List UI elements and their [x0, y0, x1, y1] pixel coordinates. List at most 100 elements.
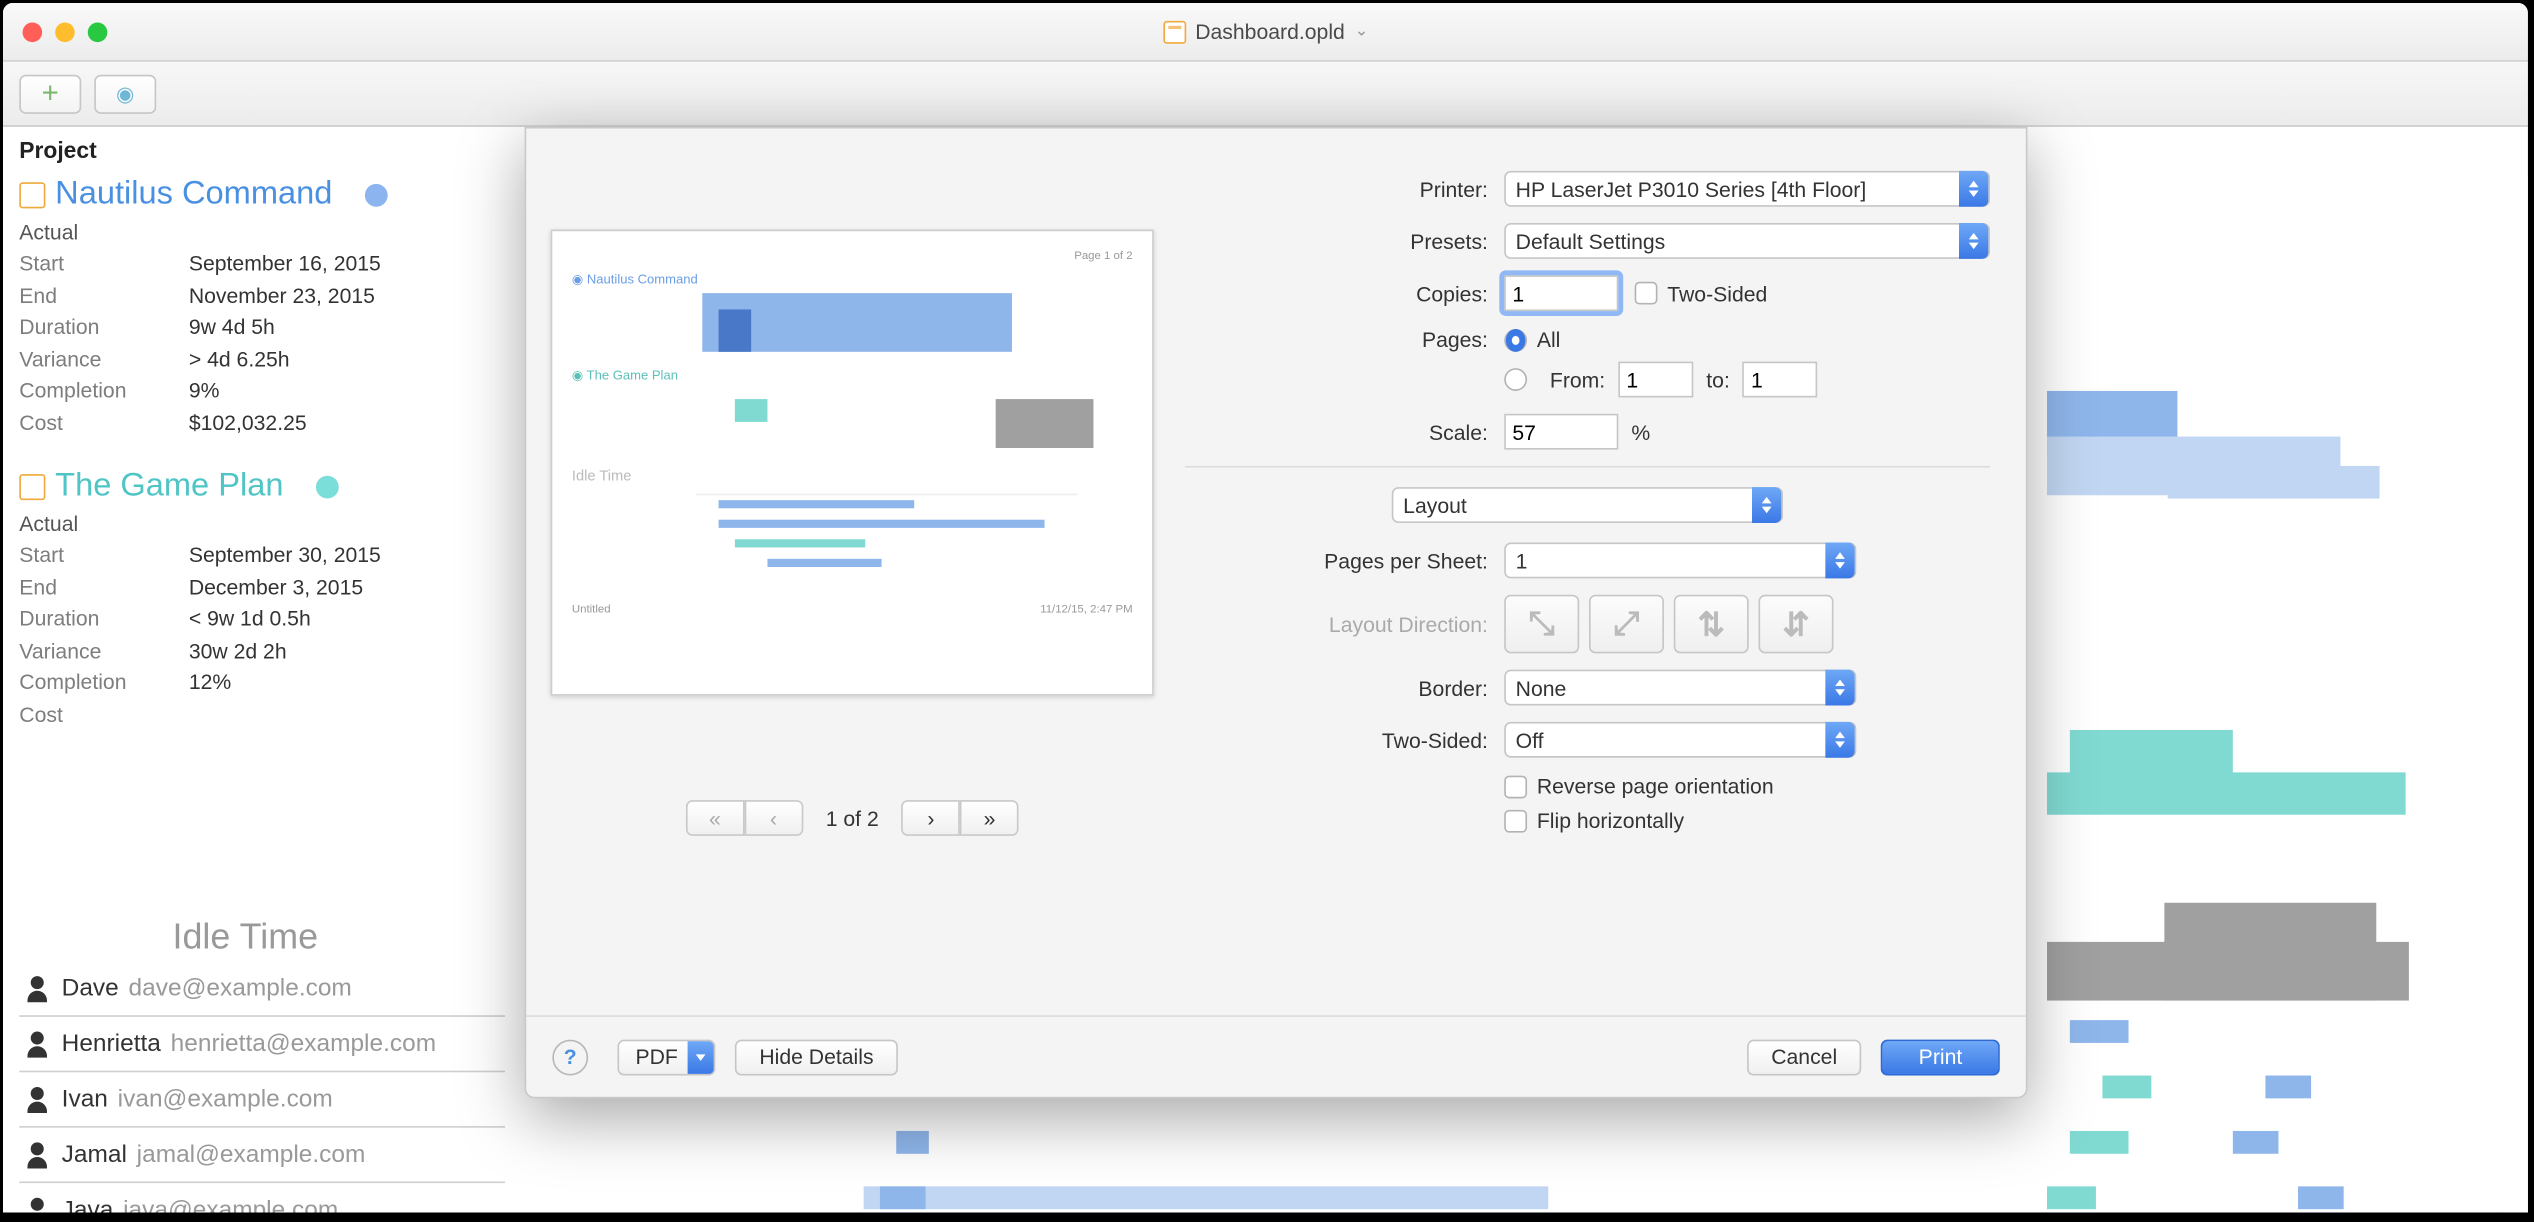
person-name: Henrietta [62, 1030, 161, 1058]
preview-column: Page 1 of 2 ◉ Nautilus Command ◉ The Gam… [526, 148, 1178, 849]
flip-horizontally-label: Flip horizontally [1537, 808, 1684, 832]
presets-select[interactable]: Default Settings [1504, 223, 1990, 259]
dropdown-icon [1825, 722, 1854, 758]
pdf-menu-button[interactable]: PDF [618, 1039, 716, 1075]
reverse-orientation-checkbox[interactable] [1504, 775, 1527, 798]
person-icon [26, 975, 49, 1001]
view-button[interactable]: ◉ [94, 74, 156, 113]
person-name: Ivan [62, 1085, 108, 1113]
field-label: Duration [19, 603, 189, 635]
chevron-down-icon[interactable]: ⌄ [1355, 23, 1369, 41]
window-title: Dashboard.opld ⌄ [1163, 19, 1369, 43]
titlebar: Dashboard.opld ⌄ [3, 3, 2528, 62]
person-name: Java [62, 1196, 114, 1212]
layout-direction-1[interactable]: ⤡ [1504, 595, 1579, 654]
project-title[interactable]: Nautilus Command [55, 176, 332, 213]
two-sided-select[interactable]: Off [1504, 722, 1856, 758]
pages-all-label: All [1537, 327, 1561, 351]
field-label: Completion [19, 666, 189, 698]
field-label: Cost [19, 698, 189, 730]
pages-label: Pages: [1185, 327, 1504, 351]
project-icon [19, 181, 45, 207]
person-email: dave@example.com [129, 974, 352, 1002]
preview-page-number: Page 1 of 2 [572, 251, 1133, 262]
last-page-button[interactable]: » [960, 800, 1019, 836]
layout-direction-2[interactable]: ⤢ [1589, 595, 1664, 654]
pages-per-sheet-select[interactable]: 1 [1504, 543, 1856, 579]
two-sided-label: Two-Sided [1667, 281, 1767, 305]
scale-input[interactable] [1504, 414, 1618, 450]
field-label: Completion [19, 375, 189, 407]
dropdown-icon [688, 1040, 714, 1073]
project-title[interactable]: The Game Plan [55, 468, 283, 505]
preview-doc-title: Untitled [572, 604, 611, 615]
plus-icon: + [42, 76, 59, 110]
app-window: Dashboard.opld ⌄ + ◉ Project Nautilus Co… [3, 3, 2528, 1212]
project-icon [19, 473, 45, 499]
printer-select[interactable]: HP LaserJet P3010 Series [4th Floor] [1504, 171, 1990, 207]
person-email: java@example.com [123, 1196, 338, 1212]
status-dot [316, 475, 339, 498]
actual-label: Actual [19, 220, 508, 244]
help-button[interactable]: ? [552, 1039, 588, 1075]
presets-label: Presets: [1185, 229, 1504, 253]
person-name: Jamal [62, 1141, 127, 1169]
cancel-button[interactable]: Cancel [1747, 1039, 1862, 1075]
idle-time-heading: Idle Time [173, 916, 319, 958]
page-indicator: 1 of 2 [826, 806, 879, 830]
person-email: henrietta@example.com [171, 1030, 436, 1058]
close-window-button[interactable] [23, 22, 43, 42]
field-value: 30w 2d 2h [189, 635, 287, 667]
field-value: 12% [189, 666, 231, 698]
pages-to-input[interactable] [1743, 362, 1818, 398]
print-options: Printer: HP LaserJet P3010 Series [4th F… [1178, 148, 2026, 849]
status-dot [365, 183, 388, 206]
field-value: November 23, 2015 [189, 279, 375, 311]
field-label: Start [19, 539, 189, 571]
field-value: < 9w 1d 0.5h [189, 603, 311, 635]
scale-label: Scale: [1185, 419, 1504, 443]
add-button[interactable]: + [19, 74, 81, 113]
project-card: Nautilus Command Actual StartSeptember 1… [19, 176, 508, 438]
print-button[interactable]: Print [1881, 1039, 2000, 1075]
window-controls [3, 22, 107, 42]
document-title: Dashboard.opld [1195, 19, 1345, 43]
two-sided-mode-label: Two-Sided: [1185, 728, 1504, 752]
pages-from-radio[interactable] [1504, 368, 1527, 391]
first-page-button[interactable]: « [686, 800, 745, 836]
section-select[interactable]: Layout [1392, 487, 1783, 523]
field-label: Variance [19, 343, 189, 375]
dropdown-icon [1752, 487, 1781, 523]
field-value: > 4d 6.25h [189, 343, 290, 375]
eye-icon: ◉ [116, 80, 134, 106]
dropdown-icon [1825, 670, 1854, 706]
field-value: December 3, 2015 [189, 571, 363, 603]
hide-details-button[interactable]: Hide Details [735, 1039, 898, 1075]
person-email: jamal@example.com [137, 1141, 366, 1169]
project-sidebar: Nautilus Command Actual StartSeptember 1… [19, 176, 508, 760]
toolbar: + ◉ [3, 62, 2528, 127]
prev-page-button[interactable]: ‹ [744, 800, 803, 836]
pages-from-input[interactable] [1618, 362, 1693, 398]
print-preview: Page 1 of 2 ◉ Nautilus Command ◉ The Gam… [551, 230, 1154, 696]
actual-label: Actual [19, 512, 508, 536]
border-select[interactable]: None [1504, 670, 1856, 706]
field-label: Start [19, 248, 189, 280]
minimize-window-button[interactable] [55, 22, 75, 42]
layout-direction-group: ⤡ ⤢ ⇅ ⇵ [1504, 595, 1833, 654]
field-value: 9w 4d 5h [189, 311, 275, 343]
zoom-window-button[interactable] [88, 22, 108, 42]
person-icon [26, 1197, 49, 1212]
flip-horizontally-checkbox[interactable] [1504, 809, 1527, 832]
person-icon [26, 1142, 49, 1168]
field-label: Variance [19, 635, 189, 667]
dropdown-icon [1959, 171, 1988, 207]
two-sided-checkbox[interactable] [1635, 282, 1658, 305]
field-value: September 16, 2015 [189, 248, 381, 280]
layout-direction-4[interactable]: ⇵ [1759, 595, 1834, 654]
preview-timestamp: 11/12/15, 2:47 PM [1040, 604, 1132, 615]
pages-all-radio[interactable] [1504, 328, 1527, 351]
next-page-button[interactable]: › [902, 800, 961, 836]
layout-direction-3[interactable]: ⇅ [1674, 595, 1749, 654]
copies-input[interactable] [1504, 275, 1618, 311]
